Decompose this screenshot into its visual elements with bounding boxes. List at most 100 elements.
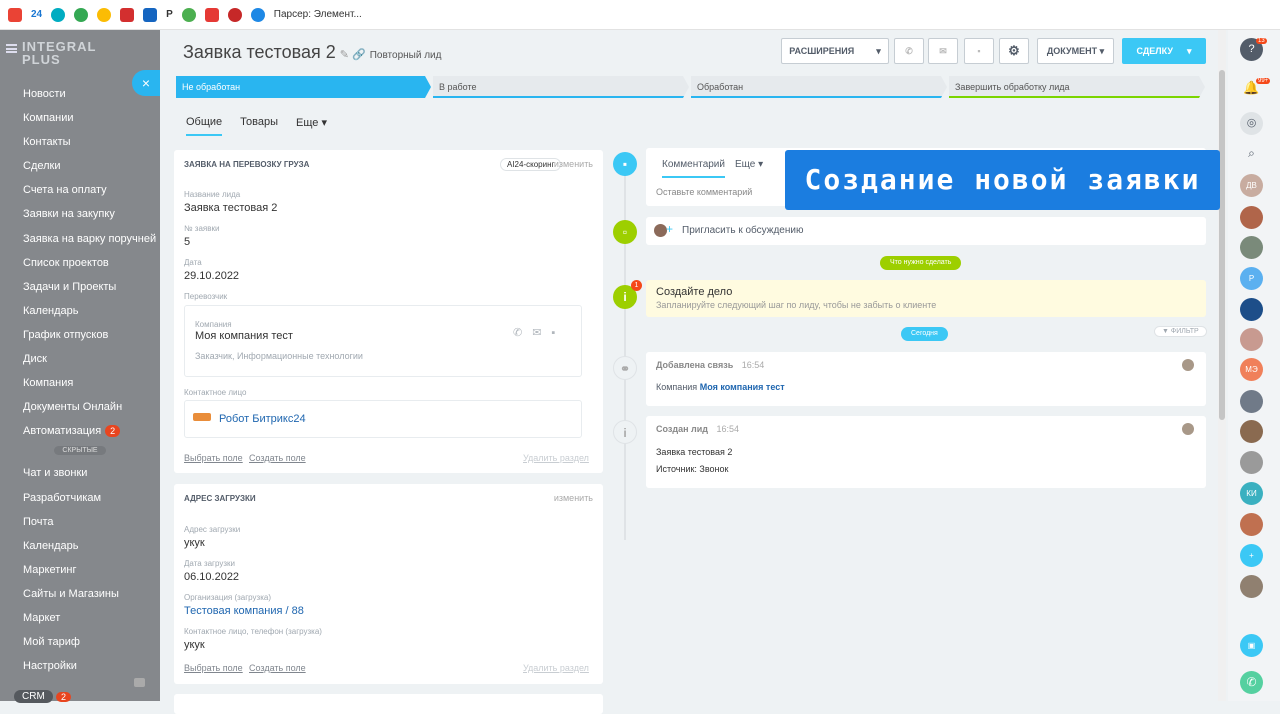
avatar[interactable]: КИ bbox=[1240, 482, 1263, 505]
field-value[interactable]: укук bbox=[184, 537, 205, 549]
document-button[interactable]: ДОКУМЕНТ ▾ bbox=[1037, 38, 1114, 64]
delete-section-link[interactable]: Удалить раздел bbox=[523, 663, 589, 673]
contact-icons[interactable]: ✆✉▪ bbox=[513, 326, 565, 339]
sidebar-item[interactable]: Разработчикам bbox=[0, 486, 160, 510]
avatar[interactable] bbox=[1240, 298, 1263, 321]
sidebar-item-automation[interactable]: Автоматизация 2 bbox=[0, 419, 160, 443]
widget-icon[interactable]: ▣ bbox=[1240, 634, 1263, 657]
stage-in-work[interactable]: В работе bbox=[433, 76, 689, 98]
sidebar-item[interactable]: Список проектов bbox=[0, 251, 160, 275]
sidebar-item[interactable]: Счета на оплату bbox=[0, 178, 160, 202]
phone-icon[interactable]: ✆ bbox=[1240, 671, 1263, 694]
avatar[interactable] bbox=[1240, 420, 1263, 443]
sidebar-item[interactable]: Новости bbox=[0, 82, 160, 106]
tab-more[interactable]: Еще ▾ bbox=[735, 159, 763, 170]
crm-button[interactable]: CRM bbox=[14, 690, 53, 703]
bookmark-icon[interactable] bbox=[120, 7, 135, 22]
field-value[interactable]: 5 bbox=[184, 236, 190, 248]
avatar[interactable] bbox=[1240, 328, 1263, 351]
sidebar-item[interactable]: Диск bbox=[0, 347, 160, 371]
bookmark-p[interactable]: P bbox=[166, 9, 173, 20]
avatar[interactable] bbox=[1240, 206, 1263, 229]
field-value[interactable]: Тестовая компания / 88 bbox=[184, 605, 304, 617]
bookmark-icon[interactable] bbox=[143, 7, 158, 22]
edit-link[interactable]: изменить bbox=[554, 493, 593, 503]
invite-row[interactable]: + Пригласить к обсуждению bbox=[646, 217, 1206, 245]
stage-processed[interactable]: Обработан bbox=[691, 76, 947, 98]
bookmark-icon[interactable] bbox=[250, 7, 265, 22]
avatar[interactable] bbox=[1240, 390, 1263, 413]
field-value[interactable]: Заявка тестовая 2 bbox=[184, 202, 277, 214]
add-user-icon[interactable]: + bbox=[1240, 544, 1263, 567]
gmail-icon[interactable] bbox=[8, 7, 22, 22]
tab-more[interactable]: Еще ▾ bbox=[296, 116, 327, 136]
company-name[interactable]: Моя компания тест bbox=[195, 330, 293, 342]
avatar[interactable] bbox=[1240, 575, 1263, 598]
bookmark-icon[interactable] bbox=[51, 7, 66, 22]
comment-input[interactable]: Оставьте комментарий bbox=[656, 187, 752, 197]
extensions-button[interactable]: РАСШИРЕНИЯ ▾ bbox=[781, 38, 889, 64]
stage-finish[interactable]: Завершить обработку лида bbox=[949, 76, 1205, 98]
avatar[interactable] bbox=[1240, 236, 1263, 259]
sidebar-item[interactable]: Контакты bbox=[0, 130, 160, 154]
sidebar-item[interactable]: Почта bbox=[0, 510, 160, 534]
bookmark-icon[interactable] bbox=[204, 7, 219, 22]
gear-icon[interactable]: ⚙ bbox=[999, 38, 1029, 64]
bookmark-icon[interactable] bbox=[97, 7, 112, 22]
edit-link[interactable]: изменить bbox=[554, 159, 593, 169]
invite-link[interactable]: Пригласить к обсуждению bbox=[682, 225, 803, 236]
edit-icon[interactable]: ✎ 🔗 bbox=[340, 49, 366, 61]
sidebar-item[interactable]: Документы Онлайн bbox=[0, 395, 160, 419]
sidebar-item[interactable]: Календарь bbox=[0, 534, 160, 558]
field-value[interactable]: укук bbox=[184, 639, 205, 651]
sidebar-item[interactable]: Компания bbox=[0, 371, 160, 395]
sidebar-item[interactable]: Мой тариф bbox=[0, 630, 160, 654]
printer-icon[interactable] bbox=[134, 678, 145, 687]
avatar[interactable]: МЭ bbox=[1240, 358, 1263, 381]
plus-icon[interactable]: + bbox=[666, 222, 673, 236]
sidebar-item[interactable]: Календарь bbox=[0, 299, 160, 323]
avatar[interactable] bbox=[1240, 513, 1263, 536]
chat-icon[interactable]: ▪ bbox=[964, 38, 994, 64]
tab-general[interactable]: Общие bbox=[186, 116, 223, 136]
delete-section-link[interactable]: Удалить раздел bbox=[523, 453, 589, 463]
tab-products[interactable]: Товары bbox=[240, 116, 278, 136]
mail-icon[interactable]: ✉ bbox=[928, 38, 958, 64]
sidebar-item[interactable]: Настройки bbox=[0, 654, 160, 678]
sidebar-item[interactable]: Сайты и Магазины bbox=[0, 582, 160, 606]
sidebar-item[interactable]: Задачи и Проекты bbox=[0, 275, 160, 299]
create-field-link[interactable]: Создать поле bbox=[249, 663, 306, 673]
company-link[interactable]: Моя компания тест bbox=[700, 382, 785, 392]
filter-button[interactable]: ▼ ФИЛЬТР bbox=[1154, 326, 1207, 337]
choose-field-link[interactable]: Выбрать поле bbox=[184, 453, 243, 463]
avatar[interactable]: ДВ bbox=[1240, 174, 1263, 197]
chat-icon[interactable]: ◎ bbox=[1240, 112, 1263, 135]
menu-icon[interactable] bbox=[6, 44, 17, 53]
sidebar-item[interactable]: Компании bbox=[0, 106, 160, 130]
bookmark-icon[interactable] bbox=[74, 7, 89, 22]
sidebar-item[interactable]: Маркет bbox=[0, 606, 160, 630]
task-card[interactable]: Создайте дело Запланируйте следующий шаг… bbox=[646, 280, 1206, 317]
field-value[interactable]: 06.10.2022 bbox=[184, 571, 239, 583]
choose-field-link[interactable]: Выбрать поле bbox=[184, 663, 243, 673]
sidebar-item[interactable]: Заявка на варку поручней bbox=[0, 227, 160, 251]
create-field-link[interactable]: Создать поле bbox=[249, 453, 306, 463]
phone-icon[interactable]: ✆ bbox=[894, 38, 924, 64]
sidebar-item[interactable]: График отпусков bbox=[0, 323, 160, 347]
stage-new[interactable]: Не обработан bbox=[176, 76, 431, 98]
bookmark-icon[interactable] bbox=[181, 7, 196, 22]
bookmark-parser[interactable]: Парсер: Элемент... bbox=[274, 9, 362, 20]
scrollbar[interactable] bbox=[1218, 30, 1226, 701]
avatar[interactable]: Р bbox=[1240, 267, 1263, 290]
contact-name[interactable]: Робот Битрикс24 bbox=[219, 413, 306, 425]
deal-button[interactable]: СДЕЛКУ ▾ bbox=[1122, 38, 1206, 64]
search-icon[interactable]: ⌕ bbox=[1240, 142, 1263, 165]
tab-comment[interactable]: Комментарий bbox=[662, 159, 725, 178]
field-value[interactable]: 29.10.2022 bbox=[184, 270, 239, 282]
sidebar-item[interactable]: Заявки на закупку bbox=[0, 202, 160, 226]
sidebar-item[interactable]: Чат и звонки bbox=[0, 461, 160, 485]
hidden-label[interactable]: СКРЫТЫЕ bbox=[0, 445, 160, 457]
sidebar-item[interactable]: Маркетинг bbox=[0, 558, 160, 582]
sidebar-item[interactable]: Сделки bbox=[0, 154, 160, 178]
bookmark-icon[interactable] bbox=[227, 7, 242, 22]
